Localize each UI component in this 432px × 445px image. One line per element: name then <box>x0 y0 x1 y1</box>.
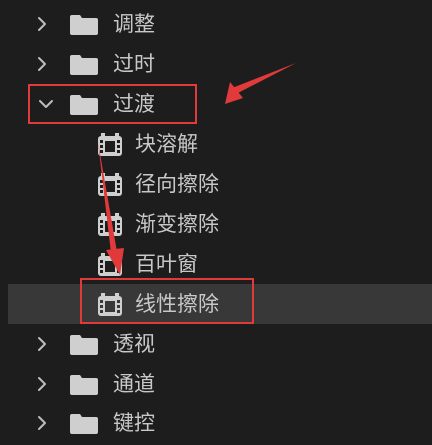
tree-folder-row[interactable]: 通道 <box>0 364 432 404</box>
tree-folder-label: 过渡 <box>113 92 155 116</box>
video-effect-icon <box>98 293 122 316</box>
tree-folder-row[interactable]: 调整 <box>0 4 432 44</box>
tree-folder-row[interactable]: 过时 <box>0 44 432 84</box>
video-effect-icon <box>98 213 122 236</box>
chevron-right-icon[interactable] <box>34 415 50 431</box>
chevron-right-icon[interactable] <box>34 16 50 32</box>
tree-folder-label: 调整 <box>113 12 155 36</box>
chevron-right-icon[interactable] <box>34 56 50 72</box>
tree-effect-row[interactable]: 径向擦除 <box>0 164 432 204</box>
folder-icon <box>70 375 98 395</box>
tree-effect-row-selected[interactable]: 线性擦除 <box>8 284 432 324</box>
chevron-right-icon[interactable] <box>34 376 50 392</box>
chevron-right-icon[interactable] <box>34 336 50 352</box>
tree-effect-row[interactable]: 块溶解 <box>0 124 432 164</box>
tree-folder-label: 通道 <box>113 372 155 396</box>
tree-effect-label: 百叶窗 <box>135 252 198 276</box>
folder-icon <box>70 95 98 115</box>
tree-effect-row[interactable]: 百叶窗 <box>0 244 432 284</box>
chevron-down-icon[interactable] <box>38 96 54 112</box>
effects-tree: 调整 过时 过渡 块溶解 径向擦除 渐变擦除 百叶窗 线性擦除 透视 通道 键控 <box>0 0 432 445</box>
tree-effect-label: 线性擦除 <box>135 292 219 316</box>
video-effect-icon <box>98 133 122 156</box>
tree-effect-label: 径向擦除 <box>135 172 219 196</box>
tree-folder-label: 过时 <box>113 52 155 76</box>
folder-icon <box>70 414 98 434</box>
tree-effect-row[interactable]: 渐变擦除 <box>0 204 432 244</box>
tree-folder-row-expanded[interactable]: 过渡 <box>0 84 432 124</box>
video-effect-icon <box>98 253 122 276</box>
video-effect-icon <box>98 173 122 196</box>
tree-effect-label: 渐变擦除 <box>135 212 219 236</box>
tree-folder-label: 透视 <box>113 332 155 356</box>
tree-folder-label: 键控 <box>113 411 155 435</box>
folder-icon <box>70 55 98 75</box>
tree-folder-row[interactable]: 键控 <box>0 403 432 443</box>
folder-icon <box>70 335 98 355</box>
tree-folder-row[interactable]: 透视 <box>0 324 432 364</box>
folder-icon <box>70 15 98 35</box>
tree-effect-label: 块溶解 <box>135 132 198 156</box>
